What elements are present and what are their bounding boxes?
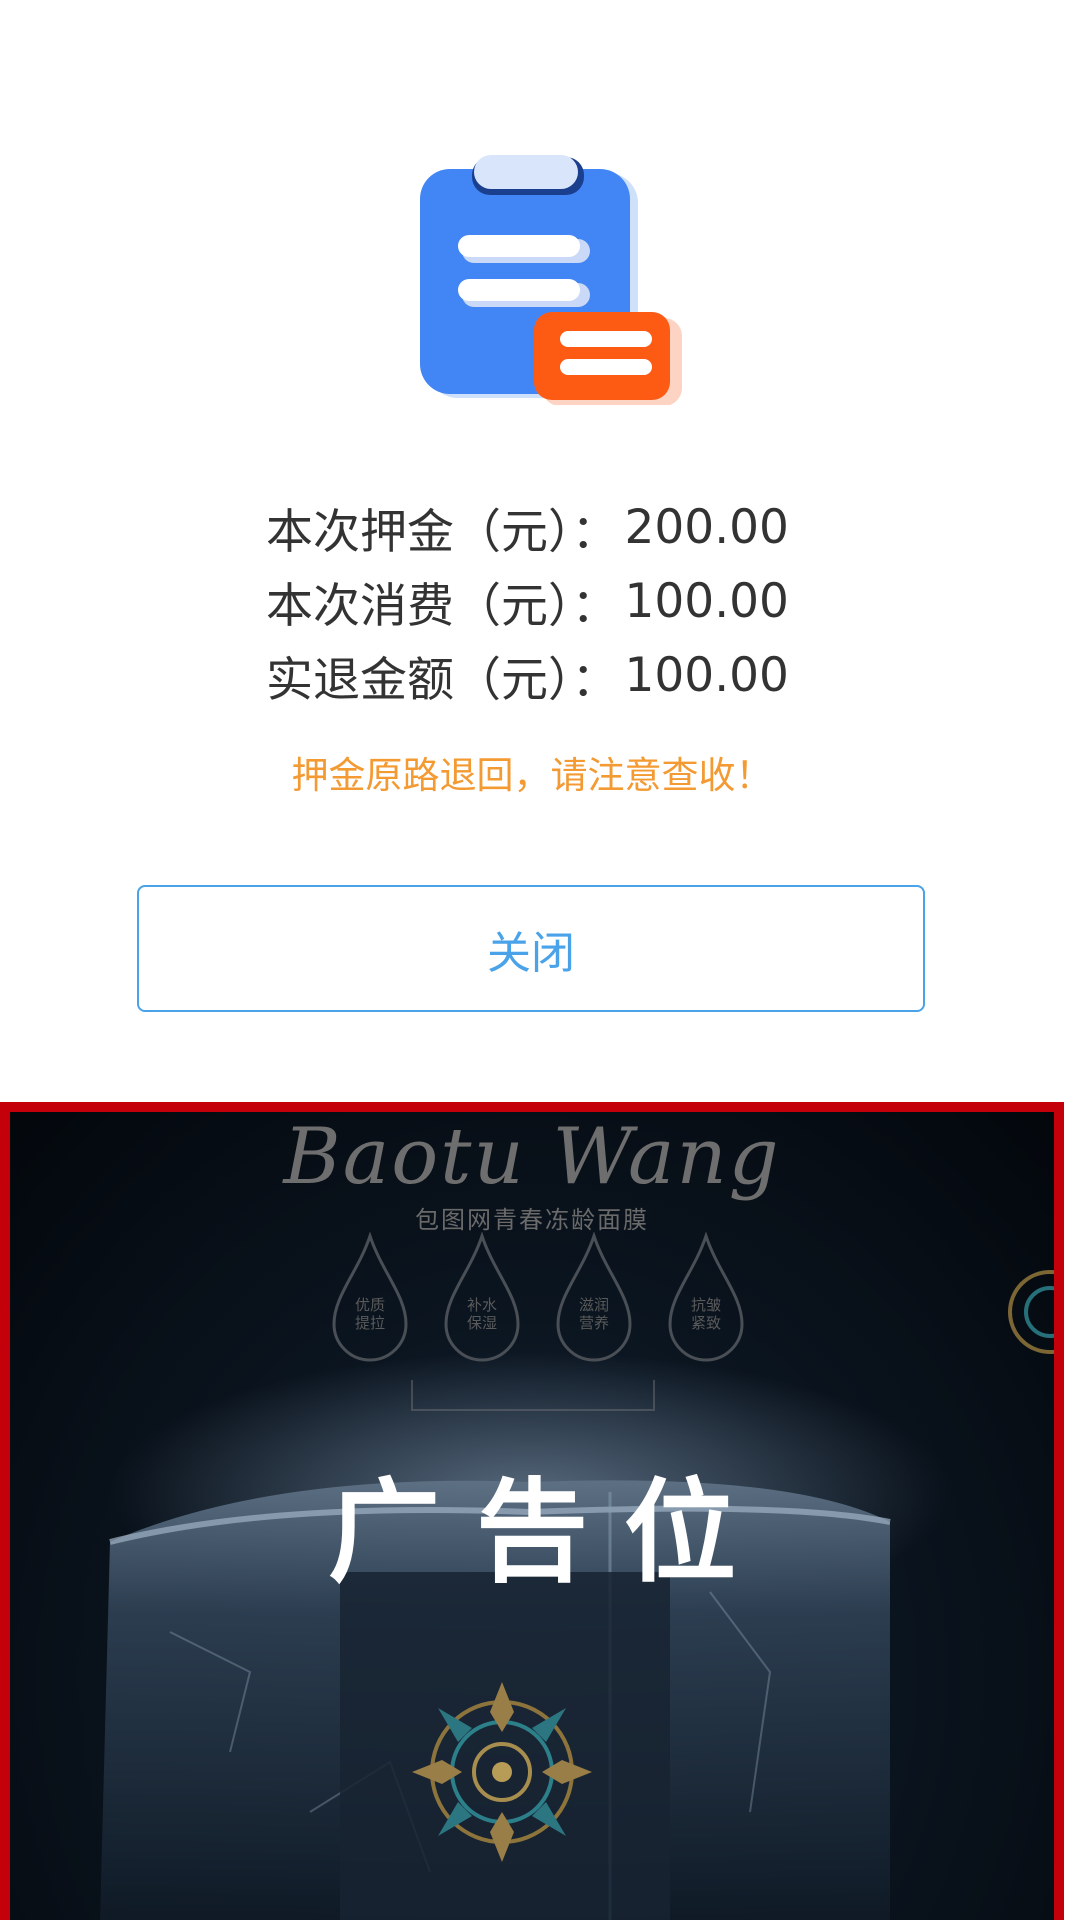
drop-item: 抗皱 紧致 bbox=[664, 1231, 748, 1362]
consumption-row: 本次消费（元）： 100.00 bbox=[266, 564, 826, 638]
ad-placeholder-caption: 广告位 bbox=[328, 1468, 772, 1598]
drop-item: 滋润 营养 bbox=[552, 1231, 636, 1362]
ad-feature-drops: 优质 提拉 补水 保湿 滋润 营养 抗皱 紧致 bbox=[328, 1231, 788, 1382]
deposit-label: 本次押金（元）： bbox=[266, 504, 619, 560]
receipt-icon bbox=[420, 155, 682, 405]
close-button[interactable]: 关闭 bbox=[137, 885, 925, 1012]
deposit-row: 本次押金（元）： 200.00 bbox=[266, 490, 826, 564]
ad-banner[interactable]: Baotu Wang 包图网青春冻龄面膜 优质 提拉 补水 保湿 滋润 营养 抗… bbox=[0, 1102, 1064, 1920]
consumption-value: 100.00 bbox=[624, 573, 789, 629]
drop-label: 滋润 营养 bbox=[578, 1296, 609, 1332]
refund-row: 实退金额（元）： 100.00 bbox=[266, 638, 826, 712]
drop-label: 补水 保湿 bbox=[466, 1296, 497, 1332]
drop-item: 补水 保湿 bbox=[440, 1231, 524, 1362]
amount-list: 本次押金（元）： 200.00 本次消费（元）： 100.00 实退金额（元）：… bbox=[266, 490, 826, 712]
drop-item: 优质 提拉 bbox=[328, 1231, 412, 1362]
ad-brand-logo: Baotu Wang bbox=[283, 1112, 781, 1202]
refund-label: 实退金额（元）： bbox=[266, 652, 619, 708]
ad-subtitle: 包图网青春冻龄面膜 bbox=[415, 1206, 649, 1234]
drop-label: 抗皱 紧致 bbox=[690, 1296, 721, 1332]
refund-result-page: 本次押金（元）： 200.00 本次消费（元）： 100.00 实退金额（元）：… bbox=[0, 0, 1080, 1920]
refund-value: 100.00 bbox=[624, 647, 789, 703]
deposit-value: 200.00 bbox=[624, 499, 789, 555]
refund-notice: 押金原路退回，请注意查收！ bbox=[291, 754, 773, 797]
consumption-label: 本次消费（元）： bbox=[266, 578, 619, 634]
drop-label: 优质 提拉 bbox=[354, 1296, 385, 1332]
